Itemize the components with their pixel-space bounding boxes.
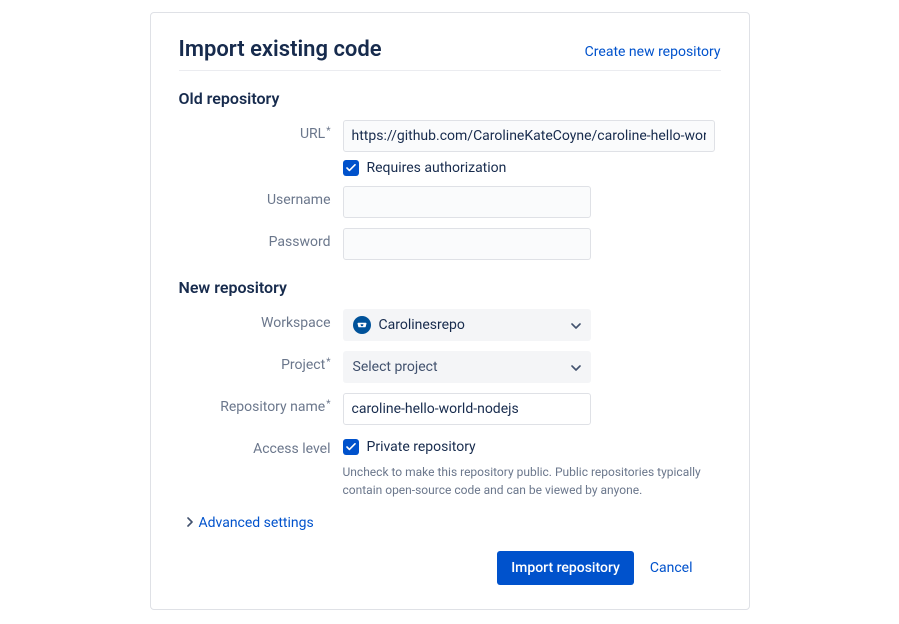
footer-actions: Import repository Cancel: [179, 551, 721, 585]
import-card: Import existing code Create new reposito…: [150, 12, 750, 610]
project-row: Project* Select project: [179, 351, 721, 383]
username-label: Username: [179, 186, 343, 208]
workspace-select[interactable]: Carolinesrepo: [343, 309, 591, 341]
old-repo-heading: Old repository: [179, 89, 721, 108]
workspace-label: Workspace: [179, 309, 343, 331]
requires-auth-label: Requires authorization: [367, 160, 507, 176]
access-level-row: Access level Private repository Uncheck …: [179, 435, 721, 499]
required-asterisk: *: [326, 126, 330, 137]
repo-name-row: Repository name*: [179, 393, 721, 425]
password-label: Password: [179, 228, 343, 250]
requires-auth-checkbox[interactable]: [343, 160, 359, 176]
workspace-selected-value: Carolinesrepo: [379, 317, 465, 333]
private-repo-row[interactable]: Private repository: [343, 439, 721, 455]
url-field-col: Requires authorization: [343, 120, 721, 176]
page-title: Import existing code: [179, 37, 382, 62]
project-label-text: Project: [281, 357, 325, 373]
advanced-settings-toggle[interactable]: Advanced settings: [187, 515, 721, 531]
repo-name-input[interactable]: [343, 393, 591, 425]
import-repository-button[interactable]: Import repository: [497, 551, 634, 585]
url-input[interactable]: [343, 120, 715, 152]
private-repo-help-text: Uncheck to make this repository public. …: [343, 463, 703, 499]
chevron-right-icon: [187, 515, 193, 531]
requires-auth-row[interactable]: Requires authorization: [343, 160, 721, 176]
chevron-down-icon: [571, 317, 581, 333]
card-header: Import existing code Create new reposito…: [179, 37, 721, 71]
url-row: URL* Requires authorization: [179, 120, 721, 176]
check-icon: [346, 443, 356, 451]
password-input[interactable]: [343, 228, 591, 260]
project-select[interactable]: Select project: [343, 351, 591, 383]
cancel-button[interactable]: Cancel: [650, 560, 693, 576]
project-placeholder: Select project: [353, 359, 438, 375]
repo-name-label: Repository name*: [179, 393, 343, 415]
workspace-avatar-icon: [353, 316, 371, 334]
advanced-settings-label: Advanced settings: [199, 515, 314, 531]
check-icon: [346, 164, 356, 172]
required-asterisk: *: [326, 399, 330, 410]
url-label: URL*: [179, 120, 343, 142]
username-row: Username: [179, 186, 721, 218]
workspace-row: Workspace Carolinesrepo: [179, 309, 721, 341]
create-new-repo-link[interactable]: Create new repository: [585, 44, 721, 60]
repo-name-label-text: Repository name: [220, 399, 325, 415]
url-label-text: URL: [300, 126, 325, 142]
project-label: Project*: [179, 351, 343, 373]
required-asterisk: *: [326, 357, 330, 368]
chevron-down-icon: [571, 359, 581, 375]
access-level-label: Access level: [179, 435, 343, 457]
password-row: Password: [179, 228, 721, 260]
private-repo-checkbox[interactable]: [343, 439, 359, 455]
username-input[interactable]: [343, 186, 591, 218]
new-repo-heading: New repository: [179, 278, 721, 297]
private-repo-label: Private repository: [367, 439, 476, 455]
